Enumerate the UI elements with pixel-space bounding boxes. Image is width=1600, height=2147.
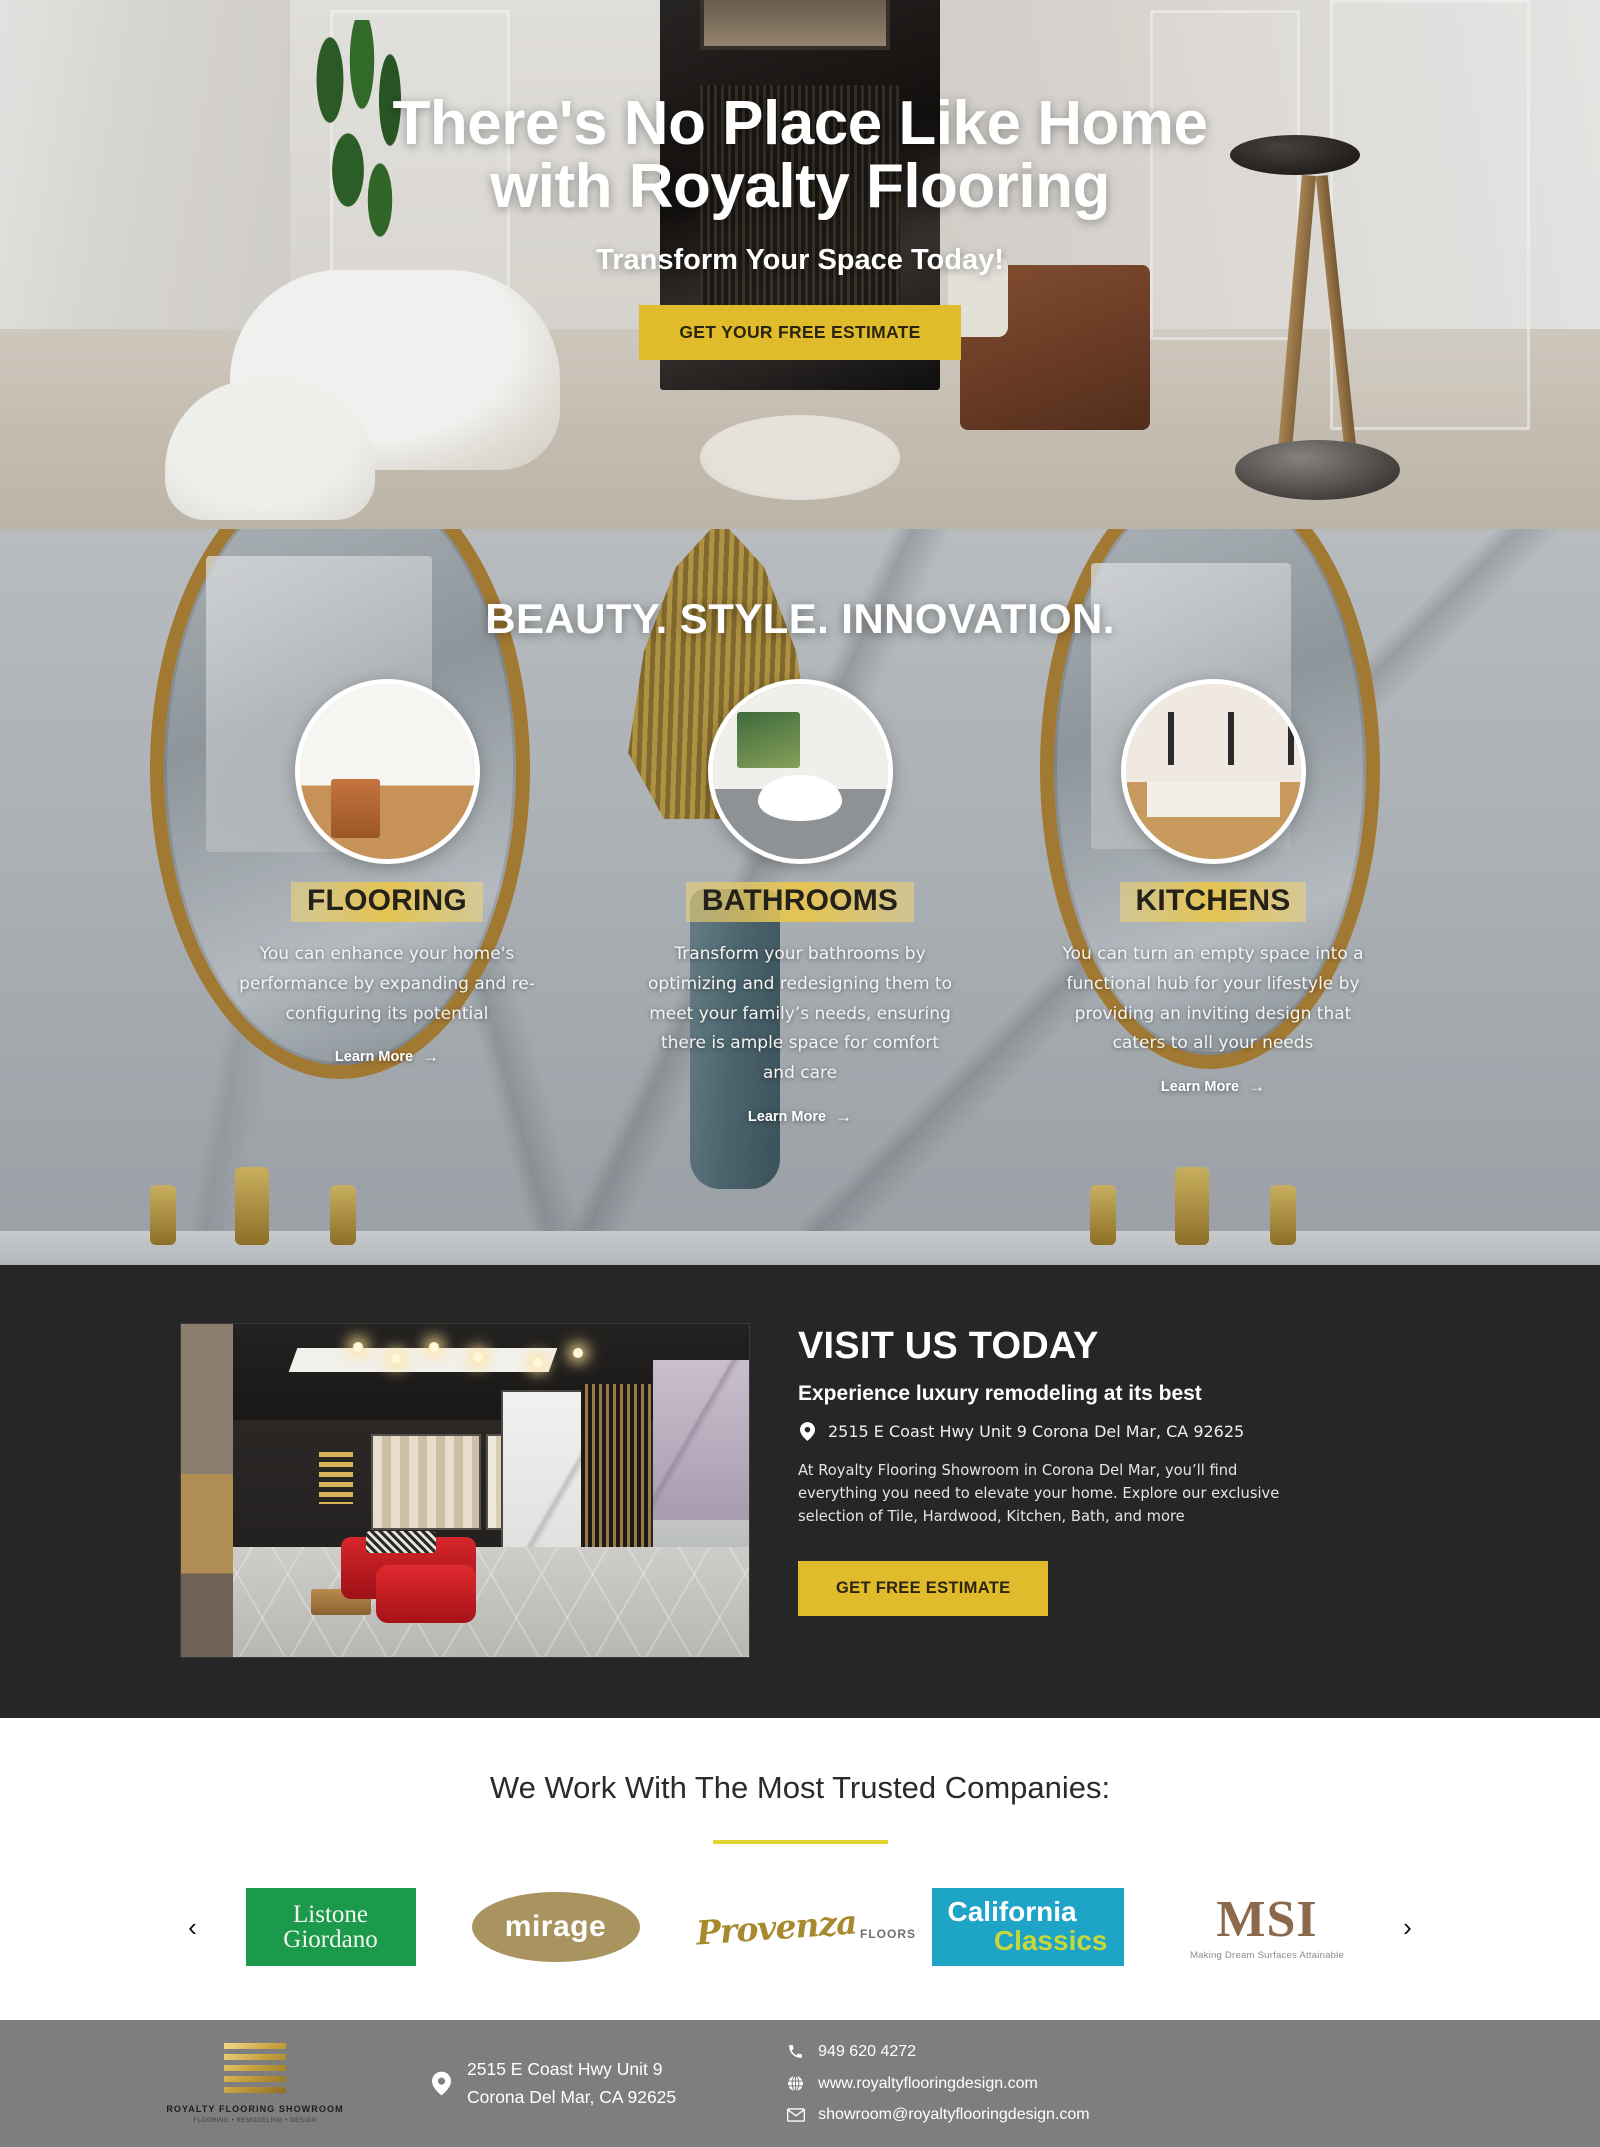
envelope-icon [786, 2106, 805, 2125]
service-card-kitchens[interactable]: KITCHENS You can turn an empty space int… [1053, 679, 1373, 1127]
footer-address-line-2: Corona Del Mar, CA 92625 [467, 2086, 677, 2107]
footer-email-row[interactable]: showroom@royaltyflooringdesign.com [786, 2102, 1090, 2128]
service-card-text: You can enhance your home's performance … [239, 944, 535, 1024]
hero-section: There's No Place Like Home with Royalty … [0, 0, 1600, 529]
hero-title-line-1: There's No Place Like Home [392, 89, 1208, 158]
visit-heading: VISIT US TODAY [798, 1325, 1099, 1367]
services-heading: BEAUTY. STYLE. INNOVATION. [485, 595, 1115, 642]
footer-website-text: www.royaltyflooringdesign.com [818, 2074, 1038, 2092]
service-card-flooring[interactable]: FLOORING You can enhance your home's per… [227, 679, 547, 1127]
hero-free-estimate-button[interactable]: GET YOUR FREE ESTIMATE [639, 305, 961, 361]
partner-logo-california-classics[interactable]: California Classics [931, 1888, 1124, 1966]
service-card-title: KITCHENS [1119, 882, 1307, 922]
page-footer: ROYALTY FLOORING SHOWROOM FLOORING • REM… [0, 2020, 1600, 2147]
services-card-list: FLOORING You can enhance your home's per… [0, 679, 1600, 1127]
visit-address-row: 2515 E Coast Hwy Unit 9 Corona Del Mar, … [798, 1422, 1318, 1441]
arrow-right-icon: → [422, 1047, 440, 1067]
msi-wordmark: MSI [1216, 1890, 1318, 1948]
bathrooms-learn-more-link[interactable]: Learn More → [748, 1107, 852, 1127]
footer-logo-tagline: FLOORING • REMODELING • DESIGN [193, 2118, 317, 2125]
listone-line-2: Giordano [283, 1926, 378, 1953]
partner-logo-msi[interactable]: MSI Making Dream Surfaces Attainable [1180, 1888, 1355, 1966]
footer-contact-block: 949 620 4272 www.royaltyflooringdesign.c… [786, 2039, 1090, 2129]
kitchen-interior-photo [1120, 679, 1306, 864]
kitchens-learn-more-link[interactable]: Learn More → [1161, 1077, 1265, 1097]
arrow-right-icon: → [835, 1106, 853, 1126]
service-card-text: You can turn an empty space into a funct… [1062, 944, 1364, 1054]
footer-address-line-1: 2515 E Coast Hwy Unit 9 [467, 2059, 663, 2080]
showroom-photo [180, 1323, 750, 1658]
flooring-learn-more-link[interactable]: Learn More → [335, 1047, 439, 1067]
learn-more-label: Learn More [334, 1049, 414, 1066]
california-line-1: California [947, 1896, 1077, 1928]
footer-logo[interactable]: ROYALTY FLOORING SHOWROOM FLOORING • REM… [130, 2042, 380, 2125]
footer-phone-row[interactable]: 949 620 4272 [786, 2039, 1089, 2065]
footer-email-text: showroom@royaltyflooringdesign.com [818, 2106, 1090, 2124]
location-pin-icon [798, 1422, 817, 1441]
heading-divider [712, 1840, 888, 1844]
service-card-text: Transform your bathrooms by optimizing a… [648, 944, 952, 1083]
provenza-wordmark: Provenza [694, 1901, 858, 1953]
visit-address-text: 2515 E Coast Hwy Unit 9 Corona Del Mar, … [828, 1422, 1245, 1441]
footer-phone-text: 949 620 4272 [818, 2042, 917, 2060]
msi-tagline: Making Dream Surfaces Attainable [1189, 1949, 1345, 1961]
globe-icon [786, 2074, 805, 2093]
footer-logo-name: ROYALTY FLOORING SHOWROOM [166, 2103, 344, 2114]
location-pin-icon [432, 2071, 451, 2096]
services-section: BEAUTY. STYLE. INNOVATION. FLOORING You … [0, 529, 1600, 1265]
hero-subtitle: Transform Your Space Today! [596, 244, 1004, 277]
partner-logo-list: Listone Giordano mirage Provenza FLOORS … [245, 1888, 1355, 1966]
learn-more-label: Learn More [1160, 1079, 1240, 1095]
carousel-next-icon[interactable]: › [1393, 1912, 1423, 1942]
service-card-bathrooms[interactable]: BATHROOMS Transform your bathrooms by op… [640, 679, 960, 1127]
arrow-right-icon: → [1248, 1077, 1266, 1096]
partners-heading: We Work With The Most Trusted Companies: [489, 1770, 1111, 1805]
partners-section: We Work With The Most Trusted Companies:… [0, 1718, 1600, 2020]
visit-subheading: Experience luxury remodeling at its best [798, 1382, 1202, 1405]
visit-free-estimate-button[interactable]: GET FREE ESTIMATE [798, 1560, 1049, 1616]
partner-logo-provenza-floors[interactable]: Provenza FLOORS [694, 1888, 915, 1966]
learn-more-label: Learn More [747, 1108, 827, 1125]
partner-logo-mirage[interactable]: mirage [471, 1888, 640, 1966]
footer-website-row[interactable]: www.royaltyflooringdesign.com [786, 2071, 1089, 2097]
service-card-title: BATHROOMS [685, 882, 915, 922]
hero-title-line-2: with Royalty Flooring [490, 152, 1110, 222]
visit-us-section: VISIT US TODAY Experience luxury remodel… [0, 1265, 1600, 1718]
flooring-interior-photo [294, 679, 480, 864]
hero-title: There's No Place Like Home with Royalty … [0, 92, 1600, 218]
california-line-2: Classics [993, 1925, 1108, 1956]
visit-body-text: At Royalty Flooring Showroom in Corona D… [798, 1462, 1280, 1526]
landing-page: There's No Place Like Home with Royalty … [0, 0, 1600, 2147]
bathroom-interior-photo [707, 679, 893, 864]
royalty-monogram-icon [224, 2042, 286, 2097]
provenza-floors-label: FLOORS [860, 1926, 916, 1941]
phone-icon [786, 2042, 805, 2061]
partners-carousel: ‹ Listone Giordano mirage Provenza FLOOR… [0, 1888, 1600, 1966]
carousel-prev-icon[interactable]: ‹ [178, 1912, 208, 1942]
partner-logo-listone-giordano[interactable]: Listone Giordano [245, 1888, 416, 1966]
listone-line-1: Listone [293, 1900, 368, 1928]
service-card-title: FLOORING [291, 882, 483, 922]
footer-address-block: 2515 E Coast Hwy Unit 9 Corona Del Mar, … [432, 2056, 676, 2110]
mirage-wordmark: mirage [471, 1892, 640, 1962]
